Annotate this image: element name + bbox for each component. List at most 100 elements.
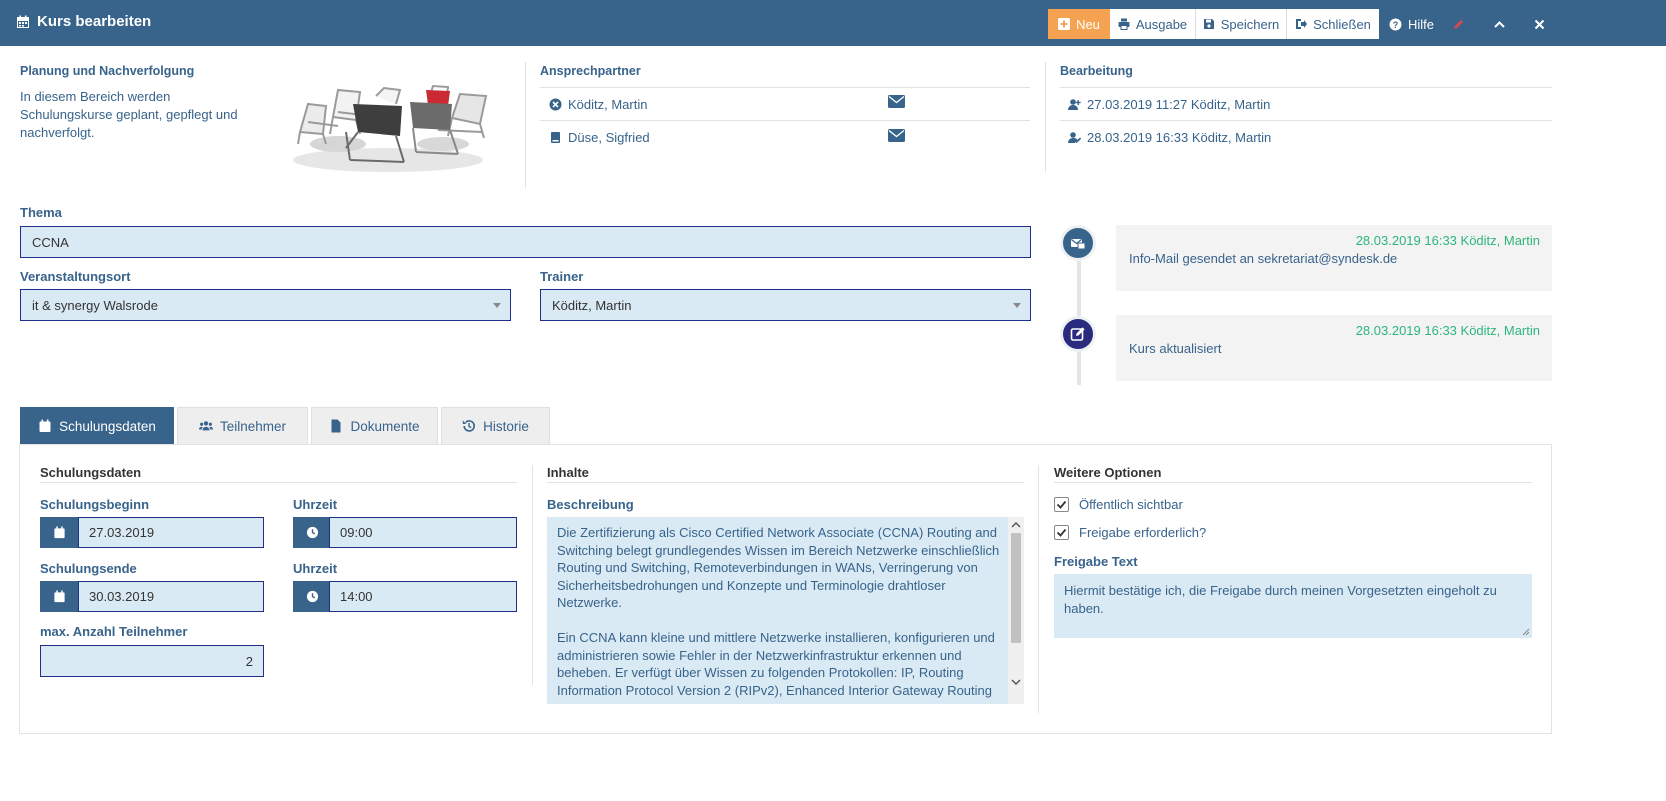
checkbox-box[interactable] <box>1054 525 1069 540</box>
clock-icon <box>306 526 319 539</box>
text-line: Die Zertifizierung als Cisco Certified N… <box>557 525 997 540</box>
save-button-label: Speichern <box>1220 16 1280 32</box>
edit-icon <box>1070 327 1085 341</box>
user-edit-icon <box>1068 132 1081 143</box>
timeline-card: 28.03.2019 16:33 Köditz, Martin Kurs akt… <box>1116 315 1552 381</box>
mail-icon[interactable] <box>888 95 905 108</box>
scroll-thumb[interactable] <box>1011 533 1021 643</box>
print-icon <box>1118 18 1130 30</box>
timeline-card: 28.03.2019 16:33 Köditz, Martin Info-Mai… <box>1116 225 1552 291</box>
optionen-heading: Weitere Optionen <box>1054 465 1162 480</box>
text-line: Routing und Switching, Remoteverbindunge… <box>557 560 978 575</box>
planung-text-line: Schulungskurse geplant, gepflegt und <box>20 107 238 122</box>
timeline-text: Kurs aktualisiert <box>1129 341 1222 356</box>
beginn-date-input[interactable]: 27.03.2019 <box>78 517 264 548</box>
edit-pencil-button[interactable] <box>1452 9 1465 39</box>
edit-entry: 28.03.2019 16:33 Köditz, Martin <box>1068 130 1271 145</box>
close-view-button[interactable]: Schließen <box>1287 9 1379 39</box>
timeline-mail-dot <box>1060 225 1096 261</box>
tab-dokumente[interactable]: Dokumente <box>311 407 438 444</box>
scroll-up-icon[interactable] <box>1011 521 1021 529</box>
tab-historie[interactable]: Historie <box>441 407 550 444</box>
textarea-scrollbar[interactable] <box>1008 517 1024 704</box>
calendar-button[interactable] <box>40 517 79 548</box>
check-icon <box>1056 528 1067 537</box>
book-icon <box>551 132 560 143</box>
divider <box>540 120 1030 121</box>
text-line: haben. <box>1064 600 1104 616</box>
window-title: Kurs bearbeiten <box>16 13 151 30</box>
user-plus-icon <box>1068 99 1081 110</box>
edit-entry: 27.03.2019 11:27 Köditz, Martin <box>1068 97 1270 112</box>
planung-text-line: nachverfolgt. <box>20 125 95 140</box>
ende-label: Schulungsende <box>40 561 137 576</box>
plus-square-icon <box>1058 18 1071 30</box>
beschreibung-textarea[interactable]: Die Zertifizierung als Cisco Certified N… <box>547 517 1024 704</box>
chevron-up-icon <box>1494 20 1505 28</box>
print-button[interactable]: Ausgabe <box>1110 9 1196 39</box>
column-divider <box>532 465 533 685</box>
checkbox-box[interactable] <box>1054 497 1069 512</box>
thema-input[interactable]: CCNA <box>20 226 1031 258</box>
ende-date-value: 30.03.2019 <box>89 589 155 604</box>
tab-label: Historie <box>483 418 529 434</box>
divider <box>1060 87 1552 88</box>
ort-select[interactable]: it & synergy Walsrode <box>20 289 511 321</box>
text-line <box>557 612 1002 630</box>
ende-time-label: Uhrzeit <box>293 561 338 576</box>
file-icon <box>331 419 341 433</box>
freigabe-text: Hiermit bestätige ich, die Freigabe durc… <box>1064 582 1519 617</box>
timeline-line <box>1077 245 1081 385</box>
save-button[interactable]: Speichern <box>1196 9 1287 39</box>
text-line: Information Protocol Version 2 (RIPv2), … <box>557 682 992 698</box>
column-divider <box>1038 465 1039 713</box>
collapse-button[interactable] <box>1493 9 1506 39</box>
planung-text-line: In diesem Bereich werden <box>20 89 171 104</box>
text-line: Sicherheitsbedrohungen und Konzepte und … <box>557 577 946 593</box>
resize-handle-icon[interactable] <box>1522 628 1530 636</box>
tab-label: Dokumente <box>350 418 420 434</box>
freigabe-textarea[interactable]: Hiermit bestätige ich, die Freigabe durc… <box>1054 574 1532 638</box>
ende-time-input[interactable]: 14:00 <box>329 581 517 612</box>
beginn-time-input[interactable]: 09:00 <box>329 517 517 548</box>
text-line: beheben. Er verfügt über Wissen zu folge… <box>557 665 964 680</box>
contact-name: Düse, Sigfried <box>568 130 650 145</box>
thema-label: Thema <box>20 205 62 220</box>
calendar-button[interactable] <box>40 581 79 612</box>
freigabe-checkbox[interactable]: Freigabe erforderlich? <box>1054 525 1206 540</box>
divider <box>540 87 1030 88</box>
schulungsdaten-heading: Schulungsdaten <box>40 465 142 480</box>
check-icon <box>1056 500 1067 509</box>
new-button[interactable]: Neu <box>1048 9 1110 39</box>
scroll-down-icon[interactable] <box>1011 678 1021 686</box>
ende-time-value: 14:00 <box>340 589 373 604</box>
text-line: Ein CCNA kann kleine und mittlere Netzwe… <box>557 630 995 645</box>
tab-teilnehmer[interactable]: Teilnehmer <box>177 407 308 444</box>
mail-icon[interactable] <box>888 129 905 142</box>
text-line: administrieren sowie Fehler in der Netzw… <box>557 647 962 663</box>
beschreibung-label: Beschreibung <box>547 497 634 512</box>
help-button[interactable]: ? Hilfe <box>1389 9 1434 39</box>
ende-date-input[interactable]: 30.03.2019 <box>78 581 264 612</box>
text-line: Hiermit bestätige ich, die Freigabe durc… <box>1064 583 1497 598</box>
beginn-label: Schulungsbeginn <box>40 497 150 512</box>
calendar-icon <box>54 526 65 539</box>
oeffentlich-checkbox[interactable]: Öffentlich sichtbar <box>1054 497 1183 512</box>
trainer-select[interactable]: Köditz, Martin <box>540 289 1031 321</box>
beginn-date-value: 27.03.2019 <box>89 525 155 540</box>
divider <box>1060 120 1552 121</box>
chevron-down-icon <box>493 303 501 308</box>
title-bar: Kurs bearbeiten Neu Ausgabe Speichern Sc… <box>0 0 1666 46</box>
help-button-label: Hilfe <box>1408 16 1435 32</box>
text-line: Switching belegt grundlegendes Wissen im… <box>557 542 1000 558</box>
print-button-label: Ausgabe <box>1135 16 1188 32</box>
users-icon <box>198 421 213 431</box>
freigabe-text-label: Freigabe Text <box>1054 554 1138 569</box>
max-teilnehmer-input[interactable]: 2 <box>40 645 264 677</box>
bearbeitung-heading: Bearbeitung <box>1060 64 1133 78</box>
close-button[interactable] <box>1533 9 1546 39</box>
clock-button[interactable] <box>293 517 332 548</box>
tab-schulungsdaten[interactable]: Schulungsdaten <box>20 407 174 444</box>
calendar-icon <box>17 15 29 28</box>
clock-button[interactable] <box>293 581 332 612</box>
